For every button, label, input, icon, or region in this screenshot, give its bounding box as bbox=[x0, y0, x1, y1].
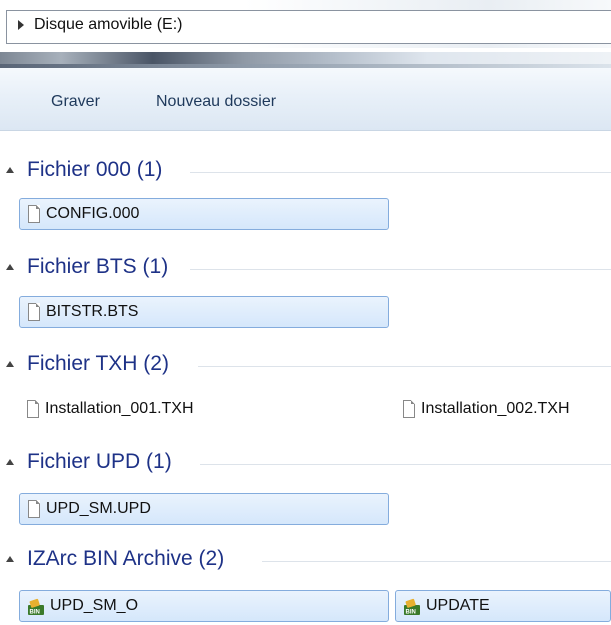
file-name: CONFIG.000 bbox=[46, 205, 140, 222]
collapse-triangle-icon[interactable] bbox=[6, 459, 14, 465]
document-icon bbox=[27, 400, 39, 418]
collapse-triangle-icon[interactable] bbox=[6, 361, 14, 367]
group-divider bbox=[190, 172, 611, 173]
file-item-upd-sm-upd[interactable]: UPD_SM.UPD bbox=[19, 493, 389, 525]
file-name: BITSTR.BTS bbox=[46, 303, 139, 320]
group-divider bbox=[198, 366, 611, 367]
group-header-izarc-bin-archive[interactable]: IZArc BIN Archive (2) bbox=[0, 547, 611, 575]
group-header-fichier-000[interactable]: Fichier 000 (1) bbox=[0, 158, 611, 186]
file-item-installation-001[interactable]: Installation_001.TXH bbox=[19, 394, 389, 426]
file-item-upd-sm-o[interactable]: BIN UPD_SM_O bbox=[19, 590, 389, 622]
group-title: Fichier BTS (1) bbox=[27, 255, 169, 278]
file-item-config-000[interactable]: CONFIG.000 bbox=[19, 198, 389, 230]
group-title: Fichier UPD (1) bbox=[27, 450, 172, 473]
collapse-triangle-icon[interactable] bbox=[6, 264, 14, 270]
new-folder-button[interactable]: Nouveau dossier bbox=[156, 93, 276, 111]
group-divider bbox=[190, 269, 611, 270]
izarc-bin-archive-icon: BIN bbox=[404, 598, 420, 616]
group-header-fichier-upd[interactable]: Fichier UPD (1) bbox=[0, 450, 611, 478]
group-header-fichier-bts[interactable]: Fichier BTS (1) bbox=[0, 255, 611, 283]
breadcrumb[interactable]: Disque amovible (E:) bbox=[34, 16, 183, 34]
svg-text:BIN: BIN bbox=[30, 610, 40, 616]
izarc-bin-archive-icon: BIN bbox=[28, 598, 44, 616]
group-title: Fichier 000 (1) bbox=[27, 158, 163, 181]
group-divider bbox=[200, 464, 611, 465]
group-title: IZArc BIN Archive (2) bbox=[27, 547, 225, 570]
group-divider bbox=[262, 561, 611, 562]
document-icon bbox=[28, 500, 40, 518]
collapse-triangle-icon[interactable] bbox=[6, 167, 14, 173]
file-name: UPDATE bbox=[426, 597, 490, 614]
document-icon bbox=[403, 400, 415, 418]
file-name: Installation_001.TXH bbox=[45, 400, 194, 417]
group-title: Fichier TXH (2) bbox=[27, 352, 169, 375]
file-item-update[interactable]: BIN UPDATE bbox=[395, 590, 611, 622]
document-icon bbox=[28, 303, 40, 321]
command-toolbar: Graver Nouveau dossier bbox=[0, 68, 611, 131]
group-header-fichier-txh[interactable]: Fichier TXH (2) bbox=[0, 352, 611, 380]
file-name: UPD_SM_O bbox=[50, 597, 139, 614]
file-item-bitstr-bts[interactable]: BITSTR.BTS bbox=[19, 296, 389, 328]
collapse-triangle-icon[interactable] bbox=[6, 556, 14, 562]
file-name: Installation_002.TXH bbox=[421, 400, 570, 417]
document-icon bbox=[28, 205, 40, 223]
chevron-right-icon[interactable] bbox=[18, 20, 24, 30]
address-bar-area: Disque amovible (E:) bbox=[0, 0, 611, 48]
burn-button[interactable]: Graver bbox=[51, 93, 100, 111]
svg-text:BIN: BIN bbox=[406, 610, 416, 616]
file-name: UPD_SM.UPD bbox=[46, 500, 151, 517]
file-item-installation-002[interactable]: Installation_002.TXH bbox=[395, 394, 611, 426]
